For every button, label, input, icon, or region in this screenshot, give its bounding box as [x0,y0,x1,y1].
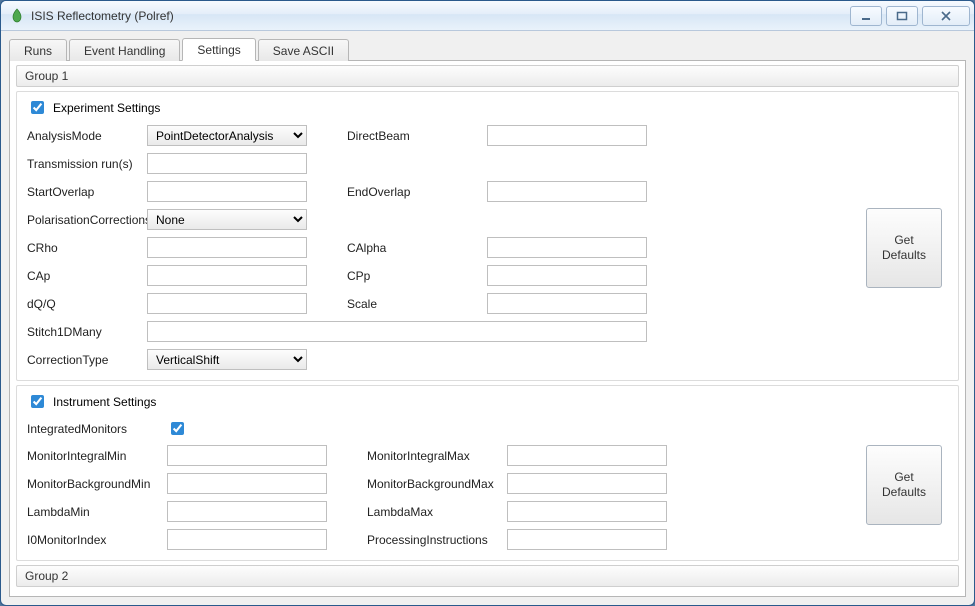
monitor-background-max-label: MonitorBackgroundMax [367,477,507,491]
lambda-min-input[interactable] [167,501,327,522]
calpha-label: CAlpha [347,241,487,255]
start-overlap-label: StartOverlap [27,185,147,199]
stitch1dmany-input[interactable] [147,321,647,342]
titlebar: ISIS Reflectometry (Polref) [1,1,974,31]
group1-header[interactable]: Group 1 [16,65,959,87]
end-overlap-input[interactable] [487,181,647,202]
lambda-max-input[interactable] [507,501,667,522]
start-overlap-input[interactable] [147,181,307,202]
monitor-background-max-input[interactable] [507,473,667,494]
instrument-settings-panel: Instrument Settings IntegratedMonitors M… [16,385,959,561]
monitor-integral-max-label: MonitorIntegralMax [367,449,507,463]
window-title: ISIS Reflectometry (Polref) [31,9,850,23]
monitor-background-min-label: MonitorBackgroundMin [27,477,167,491]
experiment-get-defaults-button[interactable]: Get Defaults [866,208,942,288]
integrated-monitors-checkbox[interactable] [171,422,184,435]
stitch1dmany-label: Stitch1DMany [27,325,147,339]
i0-monitor-index-input[interactable] [167,529,327,550]
experiment-settings-label: Experiment Settings [53,101,160,115]
experiment-settings-title: Experiment Settings [27,98,948,117]
polarisation-corrections-select[interactable]: None [147,209,307,230]
calpha-input[interactable] [487,237,647,258]
client-area: Runs Event Handling Settings Save ASCII … [1,31,974,605]
experiment-settings-panel: Experiment Settings AnalysisMode PointDe… [16,91,959,381]
scale-label: Scale [347,297,487,311]
cap-label: CAp [27,269,147,283]
lambda-max-label: LambdaMax [367,505,507,519]
maximize-button[interactable] [886,6,918,26]
transmission-runs-label: Transmission run(s) [27,157,147,171]
instrument-fields: IntegratedMonitors MonitorIntegralMin Mo… [27,419,854,550]
integrated-monitors-label: IntegratedMonitors [27,422,167,436]
window-buttons [850,6,970,26]
crho-label: CRho [27,241,147,255]
processing-instructions-label: ProcessingInstructions [367,533,507,547]
direct-beam-input[interactable] [487,125,647,146]
instrument-get-defaults-button[interactable]: Get Defaults [866,445,942,525]
minimize-button[interactable] [850,6,882,26]
close-button[interactable] [922,6,970,26]
scale-input[interactable] [487,293,647,314]
instrument-settings-checkbox[interactable] [31,395,44,408]
tabstrip: Runs Event Handling Settings Save ASCII [9,37,966,61]
tab-settings[interactable]: Settings [182,38,255,61]
i0-monitor-index-label: I0MonitorIndex [27,533,167,547]
experiment-fields: AnalysisMode PointDetectorAnalysis Direc… [27,125,854,370]
instrument-settings-label: Instrument Settings [53,395,156,409]
end-overlap-label: EndOverlap [347,185,487,199]
settings-page: Group 1 Experiment Settings AnalysisMode… [9,61,966,597]
crho-input[interactable] [147,237,307,258]
correction-type-label: CorrectionType [27,353,147,367]
instrument-settings-title: Instrument Settings [27,392,948,411]
dqq-label: dQ/Q [27,297,147,311]
direct-beam-label: DirectBeam [347,129,487,143]
analysis-mode-select[interactable]: PointDetectorAnalysis [147,125,307,146]
experiment-settings-checkbox[interactable] [31,101,44,114]
cpp-label: CPp [347,269,487,283]
polarisation-corrections-label: PolarisationCorrections [27,213,147,227]
correction-type-select[interactable]: VerticalShift [147,349,307,370]
processing-instructions-input[interactable] [507,529,667,550]
tab-event-handling[interactable]: Event Handling [69,39,180,61]
monitor-integral-min-input[interactable] [167,445,327,466]
monitor-integral-max-input[interactable] [507,445,667,466]
tab-runs[interactable]: Runs [9,39,67,61]
dqq-input[interactable] [147,293,307,314]
monitor-background-min-input[interactable] [167,473,327,494]
tab-save-ascii[interactable]: Save ASCII [258,39,349,61]
analysis-mode-label: AnalysisMode [27,129,147,143]
lambda-min-label: LambdaMin [27,505,167,519]
cpp-input[interactable] [487,265,647,286]
group2-header[interactable]: Group 2 [16,565,959,587]
window: ISIS Reflectometry (Polref) Runs Event H… [0,0,975,606]
app-icon [9,8,25,24]
monitor-integral-min-label: MonitorIntegralMin [27,449,167,463]
transmission-runs-input[interactable] [147,153,307,174]
cap-input[interactable] [147,265,307,286]
